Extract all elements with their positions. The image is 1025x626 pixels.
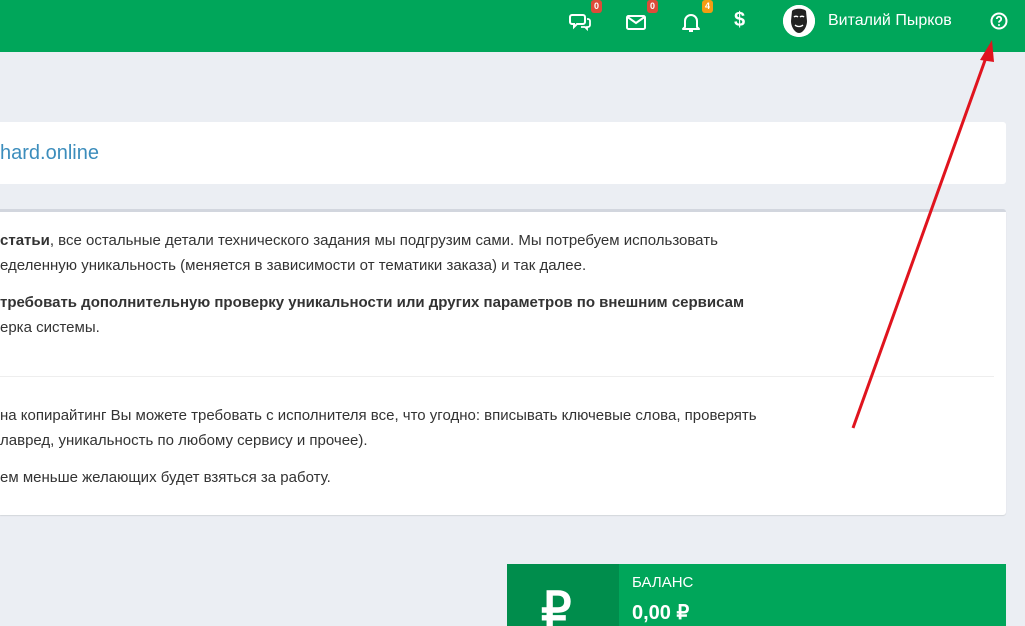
notifications-badge: 4 [701,0,713,13]
mail-button[interactable]: 0 [624,0,658,36]
info-paragraph-1-line-2: еделенную уникальность (меняется в завис… [0,257,587,274]
chat-bubbles-icon [569,14,591,32]
ruble-icon: ₽ [541,584,572,626]
top-navbar: 0 0 4 $ Виталий Пырков [0,0,1025,52]
help-button[interactable] [988,10,1010,32]
info-paragraph-2-line-2: ерка системы. [0,319,100,336]
site-link[interactable]: hard.online [0,142,99,165]
balance-widget[interactable]: ₽ БАЛАНС 0,00 ₽ [507,564,1006,626]
info-text: , все остальные детали технического зада… [49,232,718,249]
info-paragraph-3-line-2: лавред, уникальность по любому сервису и… [0,432,368,449]
info-paragraph-4: ем меньше желающих будет взяться за рабо… [0,469,331,486]
mail-badge: 0 [646,0,658,13]
messages-badge: 0 [590,0,602,13]
envelope-icon [626,15,646,30]
info-paragraph-1: статьи, все остальные детали техническог… [0,232,718,250]
balance-value: 0,00 ₽ [632,602,690,624]
divider [0,376,994,377]
ruble-icon-box: ₽ [507,564,619,626]
site-title-card: hard.online [0,122,1006,184]
info-card: статьи, все остальные детали техническог… [0,209,1006,515]
avatar[interactable] [783,5,815,37]
question-circle-icon [990,12,1008,30]
notifications-button[interactable]: 4 [679,0,713,36]
info-paragraph-3: на копирайтинг Вы можете требовать с исп… [0,407,757,424]
bell-icon [682,14,700,32]
info-paragraph-2: требовать дополнительную проверку уникал… [0,294,745,311]
user-menu[interactable]: Виталий Пырков [828,12,952,30]
balance-label: БАЛАНС [632,574,694,591]
messages-button[interactable]: 0 [568,0,602,36]
info-bold-text: статьи [0,232,50,249]
finance-button[interactable]: $ [734,9,745,32]
mask-avatar-icon [783,5,815,37]
